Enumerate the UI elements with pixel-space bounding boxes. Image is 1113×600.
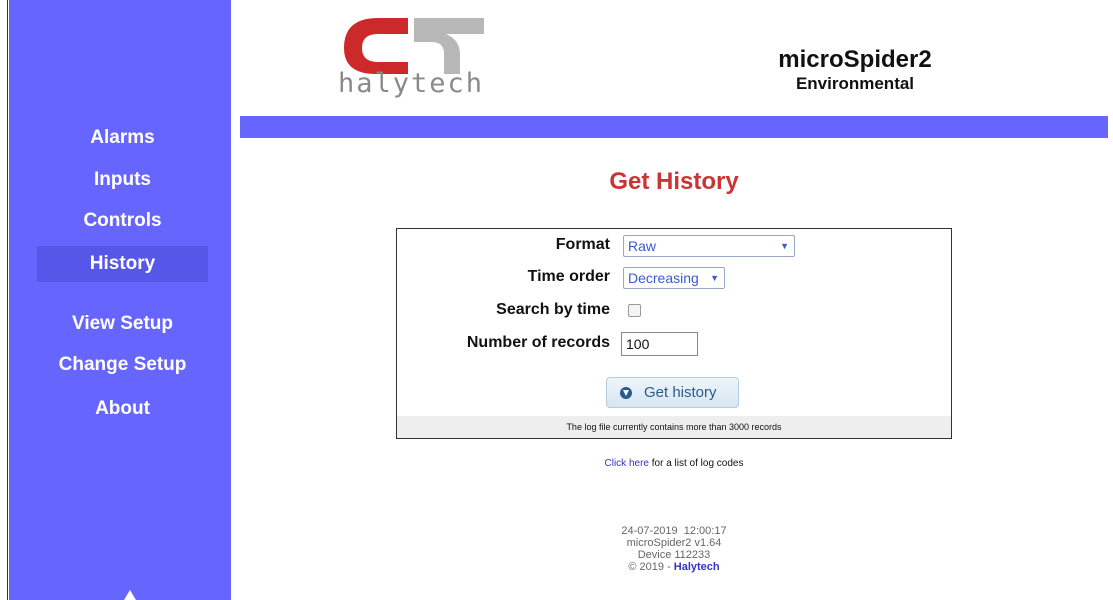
halytech-link[interactable]: Halytech [674,561,720,573]
footer-device: Device 112233 [637,549,711,561]
sidebar-item-alarms[interactable]: Alarms [37,120,208,156]
footer-datetime: 24-07-2019 12:00:17 [621,525,727,537]
product-title: microSpider2 [778,46,932,73]
format-select-value: Raw [628,238,657,254]
footer-copyright: © 2019 - Halytech [240,561,1108,573]
logo-wordmark: halytech [338,68,485,99]
number-of-records-label: Number of records [466,334,610,351]
time-order-select-value: Decreasing [628,270,699,286]
time-order-label: Time order [527,268,610,285]
sidebar: Alarms Inputs Controls History View Setu… [9,0,231,600]
format-select[interactable]: Raw ▼ [623,235,795,257]
log-codes-line: Click here for a list of log codes [240,458,1108,469]
number-of-records-input[interactable]: 100 [621,332,698,356]
sidebar-item-about[interactable]: About [37,391,208,427]
footer-version: microSpider2 v1.64 [626,537,722,549]
copyright-text: © 2019 - [628,561,674,573]
format-label: Format [555,236,610,253]
search-by-time-checkbox[interactable] [628,304,641,317]
search-by-time-label: Search by time [496,301,610,318]
log-codes-text: for a list of log codes [648,458,744,469]
chevron-down-icon: ▼ [780,241,789,251]
get-history-button-label: Get history [644,384,717,401]
product-subtitle: Environmental [795,74,915,93]
sidebar-item-controls[interactable]: Controls [37,203,208,239]
header-divider-bar [240,116,1108,138]
get-history-button[interactable]: Get history [606,377,739,408]
sidebar-item-view-setup[interactable]: View Setup [37,306,208,342]
chevron-down-icon: ▼ [710,273,719,283]
window-edge [0,0,8,600]
history-form: Format Raw ▼ Time order Decreasing ▼ Sea… [396,228,952,439]
page-footer: 24-07-2019 12:00:17 microSpider2 v1.64 D… [240,525,1108,573]
log-size-info: The log file currently contains more tha… [397,416,951,438]
page-header: halytech microSpider2 Environmental [240,0,1113,115]
sidebar-item-history[interactable]: History [37,246,208,282]
sidebar-item-change-setup[interactable]: Change Setup [37,347,208,383]
page-title: Get History [609,168,739,195]
mouse-cursor-icon [124,590,136,600]
download-icon [620,387,632,399]
sidebar-item-inputs[interactable]: Inputs [37,162,208,198]
log-codes-link[interactable]: Click here [605,458,649,469]
time-order-select[interactable]: Decreasing ▼ [623,267,725,289]
